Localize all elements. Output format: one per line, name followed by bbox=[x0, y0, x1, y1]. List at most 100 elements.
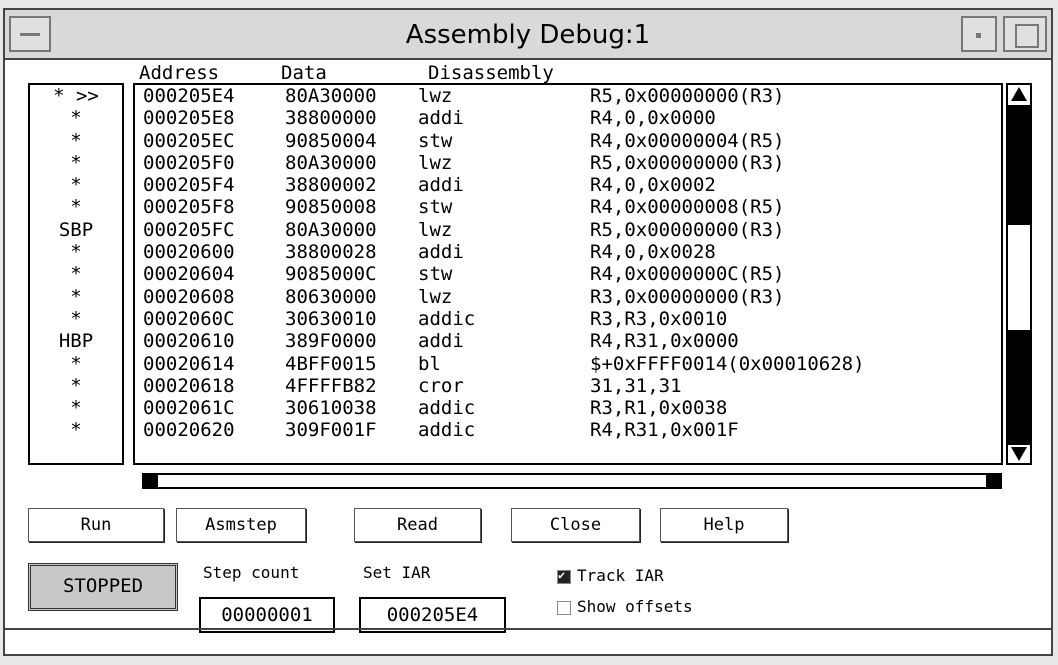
breakpoint-marker[interactable]: * bbox=[30, 107, 122, 129]
instruction-operands: R3,R3,0x0010 bbox=[590, 307, 728, 330]
instruction-operands: R4,0x0000000C(R5) bbox=[590, 263, 785, 286]
instruction-row[interactable]: 000205F8 90850008 stw R4,0x00000008(R5) bbox=[135, 196, 1001, 218]
vertical-scrollbar[interactable] bbox=[1006, 83, 1032, 465]
instruction-operands: R5,0x00000000(R3) bbox=[590, 218, 785, 241]
instruction-mnemonic: addic bbox=[418, 397, 476, 420]
scroll-left-arrow-icon[interactable] bbox=[144, 475, 158, 487]
instruction-data: 80630000 bbox=[285, 285, 377, 308]
instruction-row[interactable]: 00020620 309F001F addic R4,R31,0x001F bbox=[135, 419, 1001, 441]
instruction-operands: R5,0x00000000(R3) bbox=[590, 85, 785, 107]
instruction-mnemonic: addi bbox=[418, 107, 464, 130]
breakpoint-marker[interactable]: * bbox=[30, 419, 122, 441]
track-iar-label: Track IAR bbox=[577, 566, 664, 585]
scroll-thumb[interactable] bbox=[1008, 105, 1030, 225]
instruction-mnemonic: lwz bbox=[418, 151, 453, 174]
instruction-mnemonic: lwz bbox=[418, 85, 453, 107]
breakpoint-marker[interactable]: * bbox=[30, 263, 122, 285]
instruction-address: 00020604 bbox=[143, 263, 235, 286]
breakpoint-marker[interactable]: SBP bbox=[30, 219, 122, 241]
instruction-row[interactable]: 00020608 80630000 lwz R3,0x00000000(R3) bbox=[135, 286, 1001, 308]
instruction-data: 389F0000 bbox=[285, 330, 377, 353]
scroll-track-lower[interactable] bbox=[1008, 330, 1030, 445]
track-iar-checkbox[interactable] bbox=[557, 568, 571, 584]
instruction-address: 000205FC bbox=[143, 218, 235, 241]
instruction-mnemonic: lwz bbox=[418, 218, 453, 241]
breakpoint-marker[interactable]: * bbox=[30, 130, 122, 152]
instruction-address: 000205F4 bbox=[143, 174, 235, 197]
instruction-address: 000205E4 bbox=[143, 85, 235, 107]
instruction-row[interactable]: 00020604 9085000C stw R4,0x0000000C(R5) bbox=[135, 263, 1001, 285]
instruction-mnemonic: stw bbox=[418, 196, 453, 219]
instruction-address: 00020620 bbox=[143, 419, 235, 442]
set-iar-label: Set IAR bbox=[363, 563, 431, 582]
breakpoint-marker[interactable]: * bbox=[30, 286, 122, 308]
instruction-operands: R4,0,0x0002 bbox=[590, 174, 716, 197]
instruction-row[interactable]: 0002060C 30630010 addic R3,R3,0x0010 bbox=[135, 308, 1001, 330]
instruction-row[interactable]: 00020618 4FFFFB82 cror 31,31,31 bbox=[135, 375, 1001, 397]
breakpoint-marker[interactable]: * >> bbox=[30, 85, 122, 107]
run-button[interactable]: Run bbox=[28, 508, 164, 542]
instruction-operands: R4,R31,0x0000 bbox=[590, 330, 739, 353]
breakpoint-marker[interactable]: * bbox=[30, 375, 122, 397]
instruction-operands: R4,0,0x0000 bbox=[590, 107, 716, 130]
breakpoint-marker[interactable]: * bbox=[30, 174, 122, 196]
scroll-right-arrow-icon[interactable] bbox=[986, 475, 1000, 487]
horizontal-scrollbar[interactable] bbox=[142, 473, 1002, 489]
instruction-mnemonic: addi bbox=[418, 330, 464, 353]
status-indicator: STOPPED bbox=[28, 563, 178, 611]
minimize-button[interactable] bbox=[961, 16, 997, 52]
instruction-data: 30630010 bbox=[285, 307, 377, 330]
instruction-address: 0002061C bbox=[143, 397, 235, 420]
instruction-mnemonic: stw bbox=[418, 263, 453, 286]
help-button[interactable]: Help bbox=[660, 508, 788, 542]
instruction-row[interactable]: 00020610 389F0000 addi R4,R31,0x0000 bbox=[135, 330, 1001, 352]
instruction-address: 0002060C bbox=[143, 307, 235, 330]
instruction-operands: R5,0x00000000(R3) bbox=[590, 151, 785, 174]
instruction-address: 000205EC bbox=[143, 129, 235, 152]
instruction-data: 309F001F bbox=[285, 419, 377, 442]
header-address: Address bbox=[139, 62, 220, 84]
instruction-operands: 31,31,31 bbox=[590, 374, 682, 397]
breakpoint-column[interactable]: * >> * * * * * SBP * * * * HBP * * * * bbox=[28, 83, 124, 465]
instruction-mnemonic: addi bbox=[418, 174, 464, 197]
instruction-row[interactable]: 0002061C 30610038 addic R3,R1,0x0038 bbox=[135, 397, 1001, 419]
instruction-data: 9085000C bbox=[285, 263, 377, 286]
instruction-address: 00020608 bbox=[143, 285, 235, 308]
breakpoint-marker[interactable]: HBP bbox=[30, 330, 122, 352]
breakpoint-marker[interactable]: * bbox=[30, 152, 122, 174]
breakpoint-marker[interactable]: * bbox=[30, 397, 122, 419]
header-data: Data bbox=[281, 62, 327, 84]
instruction-row[interactable]: 000205EC 90850004 stw R4,0x00000004(R5) bbox=[135, 130, 1001, 152]
read-button[interactable]: Read bbox=[354, 508, 481, 542]
maximize-button[interactable] bbox=[1003, 16, 1047, 52]
instruction-mnemonic: addic bbox=[418, 419, 476, 442]
instruction-data: 4FFFFB82 bbox=[285, 374, 377, 397]
instruction-operands: R3,R1,0x0038 bbox=[590, 397, 728, 420]
instruction-row[interactable]: 00020614 4BFF0015 bl $+0xFFFF0014(0x0001062… bbox=[135, 353, 1001, 375]
instruction-operands: R4,0x00000004(R5) bbox=[590, 129, 785, 152]
instruction-row[interactable]: 000205F0 80A30000 lwz R5,0x00000000(R3) bbox=[135, 152, 1001, 174]
show-offsets-checkbox[interactable] bbox=[557, 601, 571, 615]
instruction-row[interactable]: 00020600 38800028 addi R4,0,0x0028 bbox=[135, 241, 1001, 263]
scroll-up-arrow-icon[interactable] bbox=[1011, 87, 1027, 101]
close-button[interactable]: Close bbox=[511, 508, 640, 542]
instruction-address: 000205E8 bbox=[143, 107, 235, 130]
title-bar[interactable]: Assembly Debug:1 bbox=[5, 10, 1051, 60]
instruction-mnemonic: addi bbox=[418, 241, 464, 264]
breakpoint-marker[interactable]: * bbox=[30, 196, 122, 218]
instruction-data: 4BFF0015 bbox=[285, 352, 377, 375]
instruction-row[interactable]: 000205FC 80A30000 lwz R5,0x00000000(R3) bbox=[135, 219, 1001, 241]
breakpoint-marker[interactable]: * bbox=[30, 353, 122, 375]
asmstep-button[interactable]: Asmstep bbox=[176, 508, 306, 542]
scroll-down-arrow-icon[interactable] bbox=[1011, 447, 1027, 461]
breakpoint-marker[interactable]: * bbox=[30, 308, 122, 330]
instruction-data: 80A30000 bbox=[285, 218, 377, 241]
instruction-row[interactable]: 000205F4 38800002 addi R4,0,0x0002 bbox=[135, 174, 1001, 196]
disassembly-listing[interactable]: 000205E4 80A30000 lwz R5,0x00000000(R3) 0002… bbox=[133, 83, 1003, 465]
instruction-data: 90850008 bbox=[285, 196, 377, 219]
instruction-data: 30610038 bbox=[285, 397, 377, 420]
instruction-row[interactable]: 000205E8 38800000 addi R4,0,0x0000 bbox=[135, 107, 1001, 129]
breakpoint-marker[interactable]: * bbox=[30, 241, 122, 263]
instruction-row[interactable]: 000205E4 80A30000 lwz R5,0x00000000(R3) bbox=[135, 85, 1001, 107]
bottom-divider bbox=[5, 628, 1051, 630]
